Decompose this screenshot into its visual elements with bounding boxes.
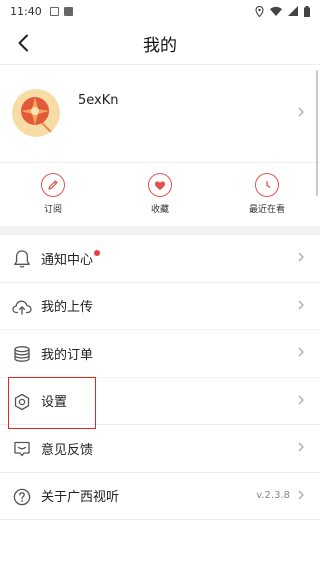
status-time: 11:40 xyxy=(10,4,42,18)
chevron-right-icon xyxy=(298,442,304,452)
app-version: v.2.3.8 xyxy=(256,490,290,502)
feedback-icon xyxy=(11,438,33,460)
chevron-right-icon xyxy=(298,107,304,117)
menu-item-feedback[interactable]: 意见反馈 xyxy=(0,425,320,473)
signal-icon xyxy=(288,6,298,16)
menu-label-uploads: 我的上传 xyxy=(41,300,94,316)
question-icon xyxy=(11,486,33,508)
recently-watched-button[interactable]: 最近在看 xyxy=(227,173,307,215)
pencil-icon xyxy=(41,173,65,197)
page-title: 我的 xyxy=(143,35,177,56)
coin-stack-icon xyxy=(11,343,33,365)
menu-item-notifications[interactable]: 通知中心 xyxy=(0,235,320,283)
menu-label-about: 关于广西视听 xyxy=(41,490,120,506)
heart-icon xyxy=(148,173,172,197)
menu-label-orders: 我的订单 xyxy=(41,347,94,363)
chevron-right-icon xyxy=(298,252,304,262)
chevron-left-icon xyxy=(18,34,28,52)
chevron-right-icon xyxy=(298,347,304,357)
subscribe-button[interactable]: 订阅 xyxy=(13,173,93,215)
notification-icon xyxy=(49,6,59,16)
clock-icon xyxy=(255,173,279,197)
app-notification-icon xyxy=(63,6,73,16)
menu-item-orders[interactable]: 我的订单 xyxy=(0,330,320,378)
settings-highlight-box xyxy=(8,377,96,429)
menu-item-about[interactable]: 关于广西视听 v.2.3.8 xyxy=(0,473,320,520)
chevron-right-icon xyxy=(298,490,304,499)
recently-watched-label: 最近在看 xyxy=(248,205,285,215)
chevron-right-icon xyxy=(298,300,304,309)
section-divider xyxy=(0,226,320,235)
subscribe-label: 订阅 xyxy=(43,205,62,215)
menu-label-notifications: 通知中心 xyxy=(41,252,94,268)
battery-icon xyxy=(304,5,310,17)
status-bar: 11:40 xyxy=(0,0,320,22)
favorites-label: 收藏 xyxy=(150,205,169,215)
menu-label-feedback: 意见反馈 xyxy=(41,442,94,458)
avatar-image xyxy=(12,89,60,137)
avatar[interactable] xyxy=(12,89,60,137)
quick-actions: 订阅 收藏 最近在看 xyxy=(0,162,320,226)
favorites-button[interactable]: 收藏 xyxy=(120,173,200,215)
nav-bar: 我的 xyxy=(0,22,320,64)
profile-card[interactable]: 5exKn xyxy=(0,64,320,162)
notification-dot xyxy=(94,249,101,256)
back-button[interactable] xyxy=(10,30,36,56)
location-icon xyxy=(255,5,264,17)
upload-cloud-icon xyxy=(11,296,33,318)
username: 5exKn xyxy=(78,93,119,108)
chevron-right-icon xyxy=(298,395,304,404)
menu-item-uploads[interactable]: 我的上传 xyxy=(0,283,320,330)
wifi-icon xyxy=(270,6,282,16)
scrollbar[interactable] xyxy=(316,70,318,196)
bell-icon xyxy=(11,248,33,270)
